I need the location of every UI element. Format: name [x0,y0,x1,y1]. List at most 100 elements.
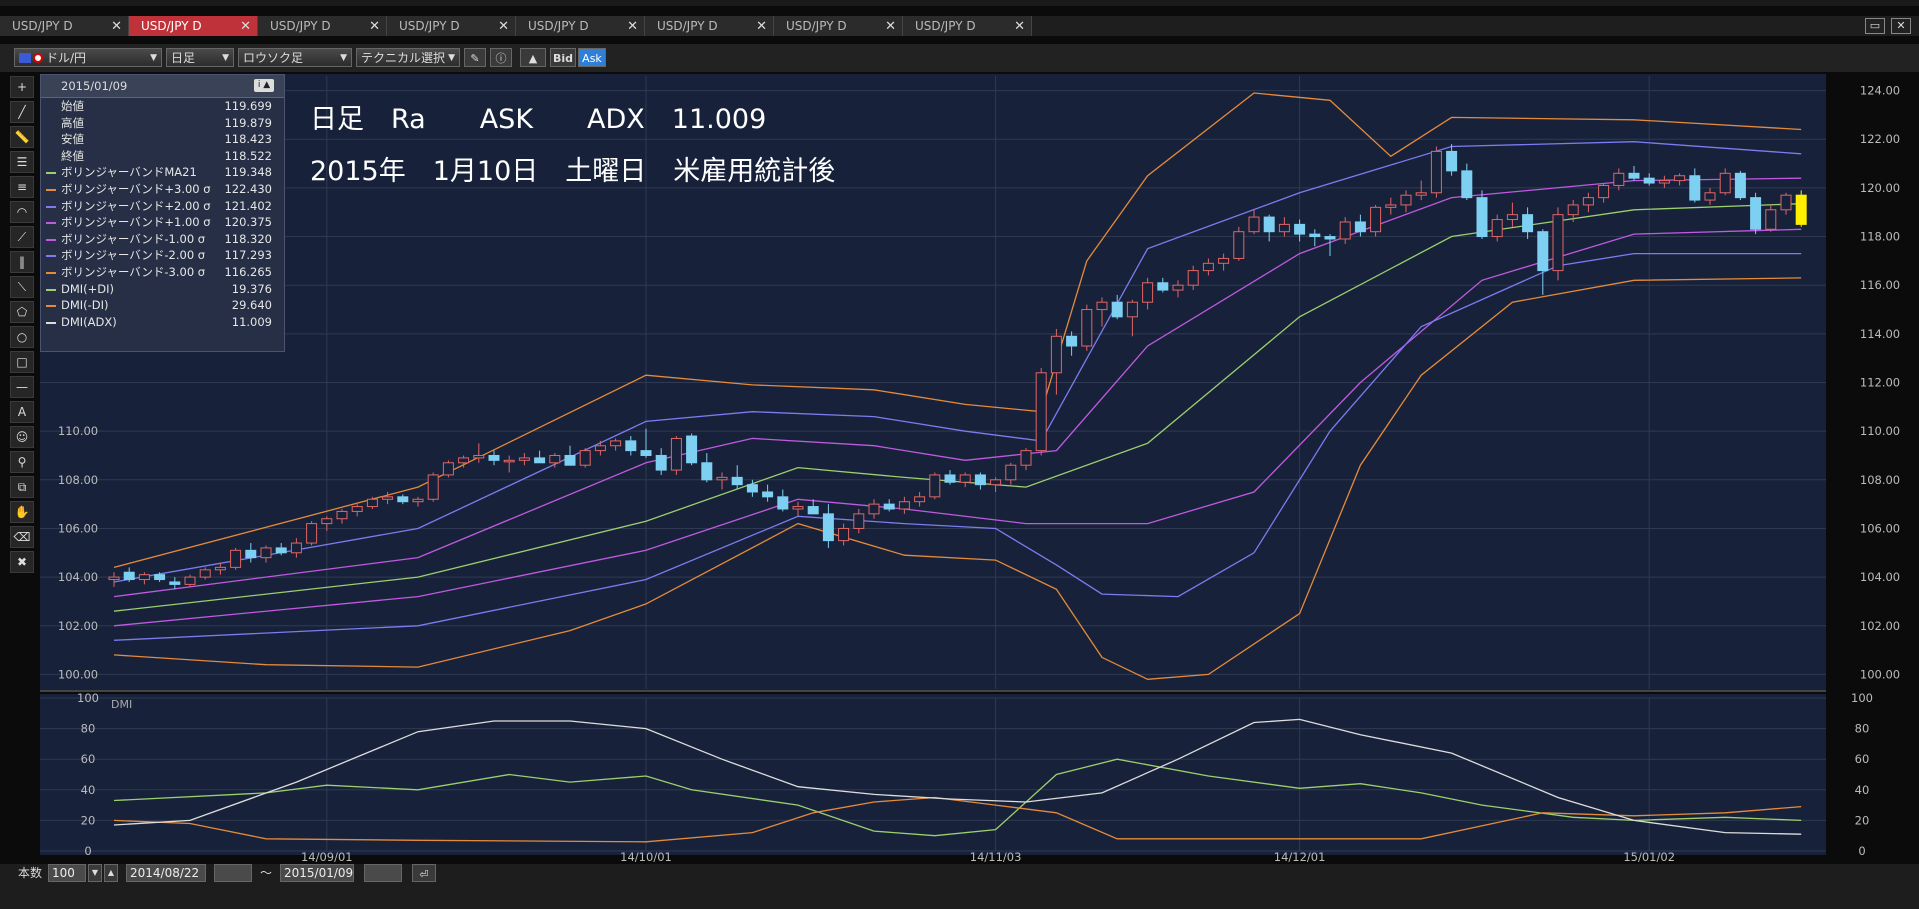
candle-body [1704,192,1716,201]
dmi-tick-left: 80 [81,722,96,736]
candle-body [1309,233,1321,238]
info-label: ボリンジャーバンド-3.00 σ [61,264,206,279]
info-row: ボリンジャーバンド-2.00 σ 117.293 [41,247,284,264]
candle-body [1506,214,1518,221]
count-up-icon[interactable]: ▲ [104,864,118,882]
info-value: 122.430 [224,181,272,196]
candle-body [944,474,956,483]
candle-body [473,454,485,459]
candle-body [1081,309,1093,347]
price-tick-right: 118.00 [1860,230,1900,244]
info-label: 始値 [61,99,84,113]
candle-body [898,501,910,510]
candle-body [534,457,546,464]
candle-body [1582,197,1594,206]
dmi-tick-left: 0 [84,844,91,858]
candle-body [1111,301,1123,318]
x-tick-label: 14/10/01 [620,850,672,864]
info-row: DMI(+DI) 19.376 [41,281,284,298]
x-tick-label: 14/09/01 [301,850,353,864]
info-label: DMI(ADX) [61,314,117,329]
candle-body [1567,204,1579,216]
from-time-field[interactable] [214,864,252,882]
series-swatch [46,271,56,274]
to-time-field[interactable] [364,864,402,882]
price-tick-right: 110.00 [1860,424,1900,438]
dmi-plot-area [40,694,1826,855]
candle-body [655,454,667,471]
overlay-annotation: 日足 Ra ASK ADX 11.009 2015年 1月10日 土曜日 米雇用… [310,94,835,198]
info-label: DMI(+DI) [61,281,115,296]
series-swatch [46,238,56,241]
info-row: 安値 118.423 [41,131,284,148]
candle-body [503,459,515,463]
candle-body [579,450,591,466]
candle-body [1294,223,1306,235]
price-tick-left: 104.00 [58,570,98,584]
candle-body [1142,282,1154,303]
candle-body [594,445,606,452]
candle-body [1354,221,1366,233]
count-field[interactable]: 100 [48,864,86,882]
info-label: 安値 [61,132,84,147]
info-value: 11.009 [231,314,272,329]
info-value: 118.320 [224,231,272,246]
info-row: DMI(-DI) 29.640 [41,297,284,314]
info-value: 117.293 [224,248,272,263]
candle-body [290,542,302,554]
candle-body [458,457,470,464]
candle-body [564,454,576,466]
info-toggle-icon[interactable]: i ▲ [254,79,274,92]
candle-body [1476,197,1488,238]
info-label: ボリンジャーバンド-2.00 σ [61,248,206,263]
candle-body [123,571,135,581]
candle-body [427,474,439,500]
x-tick-label: 14/12/01 [1274,850,1326,864]
candle-body [1050,335,1062,374]
candle-body [184,576,196,585]
info-value: 29.640 [231,298,272,313]
price-chart[interactable]: 100.00 100.00 102.00 102.00 104.00 104.00 106.… [0,0,1919,864]
candle-body [1491,219,1503,238]
candle-body [1537,231,1549,272]
candle-body [1126,301,1138,318]
dmi-tick-right: 100 [1851,691,1873,705]
to-date-field[interactable]: 2015/01/09 [280,864,354,882]
info-header: 2015/01/09 i ▲ [41,75,284,98]
candle-body [245,549,257,559]
candle-body [549,454,561,464]
range-separator: ～ [260,866,273,880]
refresh-icon[interactable]: ⏎ [412,864,436,882]
count-down-icon[interactable]: ▼ [88,864,102,882]
candle-body [1370,206,1382,233]
candle-body [108,576,120,581]
price-tick-right: 120.00 [1860,181,1900,195]
candle-body [990,479,1002,486]
candle-body [1658,180,1670,184]
dmi-tick-left: 40 [81,783,96,797]
series-swatch [46,321,56,324]
info-label: ボリンジャーバンド-1.00 σ [61,231,206,246]
candle-body [230,549,242,568]
candle-body [883,503,895,510]
candle-body [1522,214,1534,233]
info-label: DMI(-DI) [61,298,109,313]
candle-body [640,450,652,456]
candle-body [1339,221,1351,240]
info-row: ボリンジャーバンドMA21 119.348 [41,164,284,181]
candle-body [1263,216,1275,233]
candle-body [625,440,637,452]
from-date-field[interactable]: 2014/08/22 [126,864,206,882]
info-label: ボリンジャーバンド+1.00 σ [61,215,211,230]
candle-body [1446,150,1458,172]
candle-body [1248,216,1260,233]
price-tick-right: 124.00 [1860,84,1900,98]
candle-body [1400,194,1412,206]
price-tick-right: 116.00 [1860,278,1900,292]
candle-body [1430,150,1442,194]
candle-body [321,518,333,525]
info-label: 高値 [61,115,84,130]
candle-body [610,440,622,447]
info-value: 119.348 [224,165,272,180]
candle-body [1218,257,1230,264]
